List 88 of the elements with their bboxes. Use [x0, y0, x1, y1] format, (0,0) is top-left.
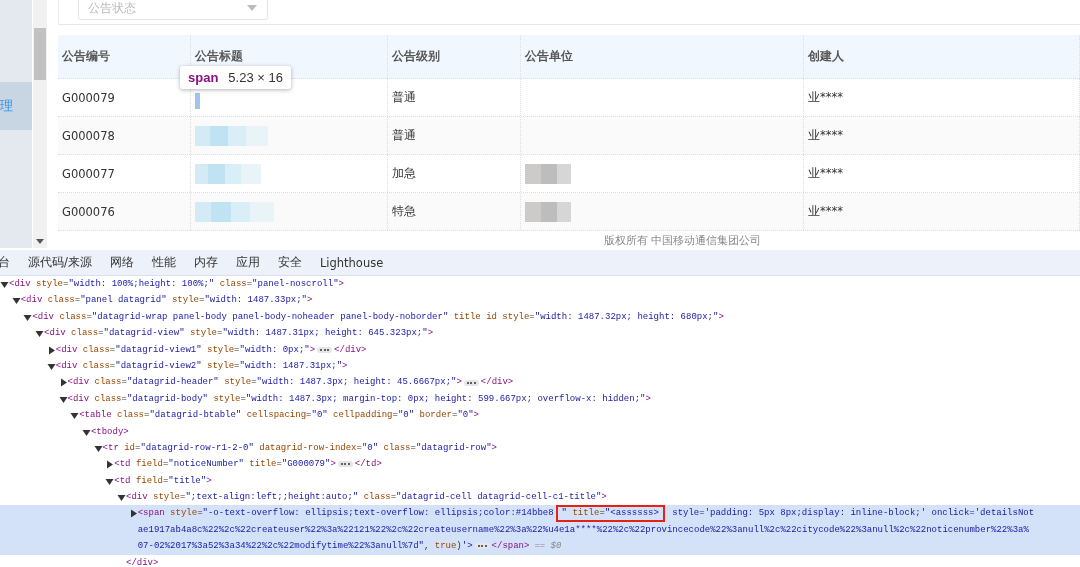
code-line: </div> — [334, 343, 367, 357]
code-line: <div class="datagrid-body" style="width: 1487.3px; margin-top: 0px; height: 599.667px; overflow-x: hidden;"> — [67, 392, 651, 406]
code-line: <tr id="datagrid-row-r1-2-0" datagrid-row-index="0" class="datagrid-row"> — [102, 441, 497, 455]
code-line: <span style="-o-text-overflow: ellipsis;text-overflow: ellipsis;color:#14bbe8 " title="<assssss> style='padding: 5px 8px;display: inline-block;' onclick='detailsNot — [137, 505, 1035, 523]
code-line: <div class="datagrid-view1" style="width: 0px;"> — [55, 343, 316, 357]
expanded-triangle-icon[interactable] — [117, 493, 126, 503]
table-cell: 普通 — [388, 117, 521, 154]
copyright-text: 版权所有 中国移动通信集团公司 — [604, 233, 763, 248]
expanded-triangle-icon[interactable] — [23, 312, 33, 322]
code-line: <td field="noticeNumber" title="G000079"> — [114, 458, 336, 472]
code-line: <td field="title"> — [114, 474, 212, 488]
dom-node-row[interactable] — [0, 505, 1080, 555]
console-reference: == $0 — [534, 540, 562, 554]
dom-node-row[interactable]: <div class="datagrid-wrap panel-body panel-body-noheader panel-body-noborder" title id style="width: 1487.32px; height: 680px;"> — [0, 308, 1080, 326]
expanded-triangle-icon[interactable] — [35, 329, 45, 339]
devtools-tab[interactable]: 应用 — [235, 255, 260, 270]
code-line: </div> — [126, 556, 159, 567]
pixelated-mask — [195, 163, 261, 184]
table-cell: 业**** — [804, 79, 1080, 116]
devtools-tab[interactable]: 安全 — [277, 255, 302, 270]
collapsed-triangle-icon[interactable] — [105, 460, 115, 470]
code-line: <div class="datagrid-header" style="width: 1487.3px; height: 45.6667px;"> — [67, 376, 462, 390]
code-line: </td> — [354, 458, 382, 472]
ellipsis-icon[interactable] — [463, 379, 479, 386]
pixelated-mask — [525, 201, 571, 222]
table-cell: 特急 — [388, 193, 521, 230]
code-line: <div style=";text-align:left;;height:auto;" class="datagrid-cell datagrid-cell-c1-title"> — [126, 491, 607, 505]
table-cell: 普通 — [388, 79, 521, 116]
code-line: <div class="panel datagrid" style="width: 1487.33px;"> — [20, 294, 313, 308]
table-cell: G000078 — [58, 117, 191, 154]
table-cell: 加急 — [388, 155, 521, 192]
expanded-triangle-icon[interactable] — [93, 443, 103, 453]
devtools-tab[interactable]: Lighthouse — [319, 255, 384, 270]
expanded-triangle-icon[interactable] — [70, 411, 80, 421]
code-line: </span> — [491, 540, 530, 554]
column-header[interactable]: 创建人 — [804, 35, 1080, 78]
dom-node-row[interactable]: <div style=";text-align:left;;height:auto;" class="datagrid-cell datagrid-cell-c1-title"> — [0, 489, 1080, 506]
dom-node-row[interactable]: <td field="noticeNumber" title="G000079"> </td> — [0, 456, 1080, 473]
dom-node-row[interactable]: <div class="panel datagrid" style="width: 1487.33px;"> — [0, 292, 1080, 309]
dom-node-row[interactable]: <div class="datagrid-header" style="width: 1487.3px; height: 45.6667px;"> </div> — [0, 374, 1080, 391]
scrollbar[interactable] — [33, 0, 47, 248]
collapsed-triangle-icon[interactable] — [46, 345, 56, 355]
table-cell: 业**** — [804, 155, 1080, 192]
ellipsis-icon[interactable] — [317, 346, 333, 353]
expanded-triangle-icon[interactable] — [81, 427, 91, 437]
code-line: <div class="datagrid-view" style="width: 1487.31px; height: 645.323px;"> — [44, 327, 434, 341]
dom-node-row[interactable]: <div class="datagrid-view1" style="width: 0px;"> </div> — [0, 341, 1080, 358]
code-line: <tbody> — [90, 425, 129, 439]
code-line: 07-02%2017%3a52%3a34%22%2c%22modifytime%22%3anull%7d", true)'> — [137, 540, 473, 554]
devtools-tab[interactable]: 源代码/来源 — [28, 255, 92, 270]
ellipsis-icon[interactable] — [337, 461, 353, 468]
expanded-triangle-icon[interactable] — [46, 361, 56, 371]
collapsed-triangle-icon[interactable] — [58, 378, 68, 388]
dom-node-row[interactable]: <tr id="datagrid-row-r1-2-0" datagrid-row-index="0" class="datagrid-row"> — [0, 439, 1080, 457]
dom-node-row[interactable]: <table class="datagrid-btable" cellspacing="0" cellpadding="0" border="0"> — [0, 407, 1080, 424]
dom-node-row[interactable]: <div style="width: 100%;height: 100%;" class="panel-noscroll"> — [0, 276, 1080, 293]
table-cell: 业**** — [804, 117, 1080, 154]
dom-node-row[interactable]: <div class="datagrid-view" style="width: 1487.31px; height: 645.323px;"> — [0, 325, 1080, 342]
expanded-triangle-icon[interactable] — [11, 296, 21, 306]
table-cell: 业**** — [804, 193, 1080, 230]
inspected-element-highlight — [195, 92, 200, 109]
code-line: </div> — [480, 376, 514, 390]
code-line: <div class="datagrid-view2" style="width: 1487.31px;"> — [55, 359, 348, 373]
column-header[interactable]: 公告单位 — [521, 35, 804, 78]
pixelated-mask — [525, 163, 571, 184]
expanded-triangle-icon[interactable] — [58, 394, 68, 404]
code-line: <div class="datagrid-wrap panel-body panel-body-noheader panel-body-noborder" title id style="width: 1487.32px; height: 680px;"> — [32, 310, 724, 324]
dom-node-row[interactable]: <td field="title"> — [0, 472, 1080, 490]
scroll-down-icon[interactable] — [36, 239, 44, 244]
table-cell: G000077 — [58, 155, 191, 192]
dom-node-row[interactable]: <div class="datagrid-body" style="width: 1487.3px; margin-top: 0px; height: 599.667px; overflow-x: hidden;"> — [0, 390, 1080, 408]
code-line: <div style="width: 100%;height: 100%;" class="panel-noscroll"> — [9, 278, 344, 291]
expanded-triangle-icon[interactable] — [105, 476, 115, 486]
scrollbar-thumb[interactable] — [34, 28, 46, 80]
code-line: ae1917ab4a8c%22%2c%22createuser%22%3a%22121%22%2c%22createusername%22%3a%22%u4e1a****%22%2c%22provincecode%22%3anull%2c%22citycode%22%3anull%2c%22noticenumber%22%3a% — [137, 523, 1029, 537]
devtools-tab[interactable]: 网络 — [109, 255, 134, 270]
column-header[interactable]: 公告级别 — [388, 35, 521, 78]
ellipsis-icon[interactable] — [474, 543, 490, 550]
annotation-box: " title="<assssss> — [555, 505, 665, 523]
caret-icon — [247, 5, 257, 11]
devtools-tab[interactable]: 内存 — [193, 255, 218, 270]
dom-node-row[interactable]: <div class="datagrid-view2" style="width: 1487.31px;"> — [0, 357, 1080, 375]
devtools-tab[interactable]: 性能 — [151, 255, 176, 270]
collapsed-triangle-icon[interactable] — [128, 509, 138, 519]
expanded-triangle-icon[interactable] — [0, 280, 9, 289]
table-cell: G000076 — [58, 193, 191, 230]
code-line: <table class="datagrid-btable" cellspacing="0" cellpadding="0" border="0"> — [79, 409, 479, 423]
dom-node-row[interactable]: <tbody> — [0, 423, 1080, 440]
